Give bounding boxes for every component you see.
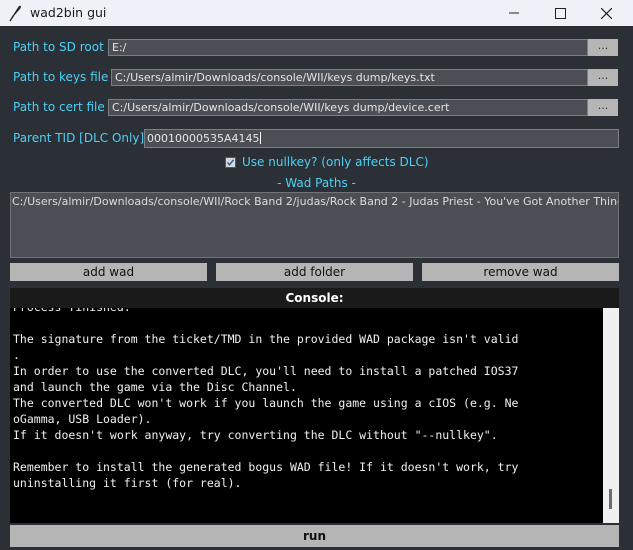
sd-root-browse-button[interactable]: ...	[588, 39, 618, 56]
add-wad-button[interactable]: add wad	[10, 263, 207, 281]
keys-file-label: Path to keys file -	[13, 70, 117, 84]
parent-tid-input[interactable]: 00010000535A4145	[144, 129, 619, 148]
nullkey-label: Use nullkey? (only affects DLC)	[242, 155, 429, 169]
close-icon	[600, 7, 612, 19]
cert-file-label: Path to cert file -	[13, 100, 113, 114]
cert-file-browse-button[interactable]: ...	[588, 99, 618, 116]
cert-file-input[interactable]: C:/Users/almir/Downloads/console/WII/key…	[108, 99, 588, 116]
close-button[interactable]	[583, 0, 629, 26]
list-item[interactable]: C:/Users/almir/Downloads/console/WII/Roc…	[11, 193, 618, 208]
keys-file-input[interactable]: C:/Users/almir/Downloads/console/WII/key…	[111, 69, 588, 86]
title-bar: wad2bin gui	[0, 0, 633, 26]
add-folder-button[interactable]: add folder	[216, 263, 413, 281]
console-scrollbar[interactable]	[603, 308, 619, 523]
maximize-icon	[554, 7, 566, 19]
console-title: Console:	[10, 288, 619, 308]
wad-paths-list[interactable]: C:/Users/almir/Downloads/console/WII/Roc…	[10, 192, 619, 258]
console-text: Process finished. The signature from the…	[13, 308, 519, 490]
remove-wad-button[interactable]: remove wad	[422, 263, 619, 281]
wad-paths-label: - Wad Paths -	[277, 176, 356, 190]
keys-file-browse-button[interactable]: ...	[588, 69, 618, 86]
feather-icon	[9, 5, 21, 22]
text-caret	[259, 132, 261, 144]
parent-tid-value: 00010000535A4145	[147, 132, 260, 145]
parent-tid-label: Parent TID [DLC Only] -	[13, 131, 153, 145]
maximize-button[interactable]	[537, 0, 583, 26]
sd-root-label: Path to SD root -	[13, 40, 112, 54]
run-button[interactable]: run	[10, 525, 619, 547]
main-panel: Path to SD root - E:/ ... Path to keys f…	[0, 26, 633, 550]
window-title: wad2bin gui	[30, 5, 107, 20]
checkmark-icon	[226, 159, 235, 166]
sd-root-input[interactable]: E:/	[108, 39, 588, 56]
minimize-icon	[509, 12, 519, 14]
scrollbar-thumb[interactable]	[609, 489, 612, 509]
console-output[interactable]: Process finished. The signature from the…	[10, 308, 619, 523]
minimize-button[interactable]	[491, 0, 537, 26]
nullkey-checkbox[interactable]	[225, 157, 236, 168]
